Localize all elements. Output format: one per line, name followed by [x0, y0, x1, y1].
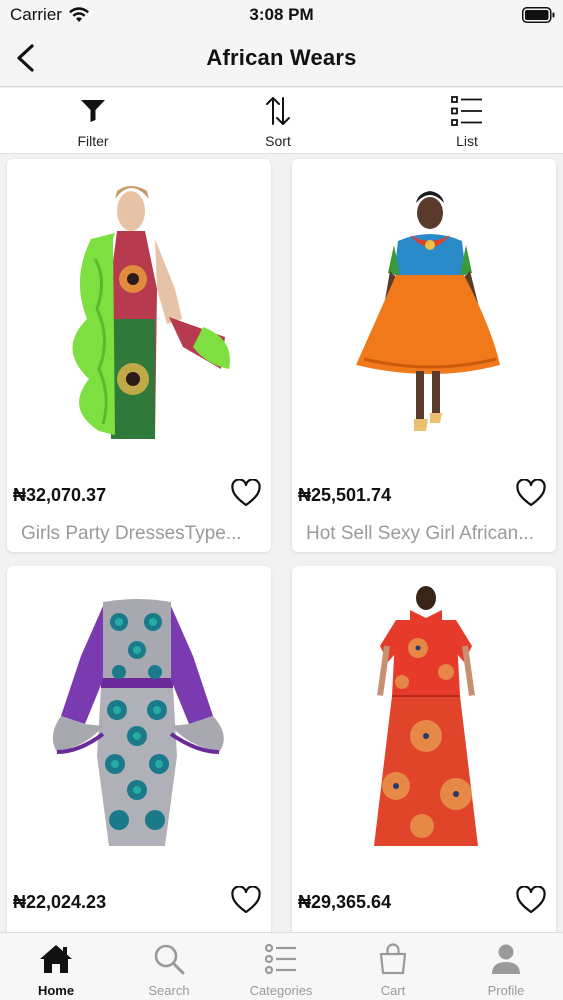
- tab-search[interactable]: Search: [113, 933, 225, 1000]
- product-name: Hot Sell Sexy Girl African...: [306, 523, 535, 544]
- list-icon: [451, 96, 482, 126]
- person-icon: [492, 944, 520, 974]
- tab-label: Search: [148, 983, 190, 998]
- clock: 3:08 PM: [249, 5, 314, 24]
- list-view-button[interactable]: List: [417, 88, 517, 154]
- home-icon: [40, 945, 72, 973]
- tab-home[interactable]: Home: [0, 933, 112, 1000]
- tab-categories[interactable]: Categories: [225, 933, 337, 1000]
- heart-icon[interactable]: [231, 479, 261, 507]
- product-price: ₦22,024.23: [13, 892, 107, 912]
- product-name: Girls Party DressesType...: [21, 523, 242, 544]
- tab-label: Categories: [249, 983, 313, 998]
- tab-label: Home: [37, 983, 75, 998]
- heart-icon[interactable]: [231, 886, 261, 914]
- navigation-bar: African Wears: [0, 30, 563, 87]
- product-image: [72, 186, 230, 439]
- sort-icon: [266, 97, 290, 125]
- product-price: ₦29,365.64: [298, 892, 392, 912]
- product-image: [356, 191, 500, 431]
- filter-label: Filter: [77, 133, 109, 149]
- product-image: [52, 599, 224, 846]
- tab-label: Profile: [487, 983, 525, 998]
- product-price: ₦25,501.74: [298, 485, 392, 505]
- status-bar: Carrier 3:08 PM: [0, 0, 563, 30]
- tab-profile[interactable]: Profile: [450, 933, 562, 1000]
- heart-icon[interactable]: [516, 479, 546, 507]
- product-card[interactable]: ₦32,070.37 Girls Party DressesType...: [7, 159, 271, 552]
- filter-button[interactable]: Filter: [43, 88, 143, 154]
- tab-bar: Home Search Categories Cart Profile: [0, 932, 563, 1000]
- sort-button[interactable]: Sort: [228, 88, 328, 154]
- cart-icon: [379, 943, 407, 975]
- product-card[interactable]: ₦29,365.64: [292, 566, 556, 932]
- filter-icon: [81, 100, 105, 122]
- battery-icon: [522, 7, 555, 23]
- list-icon: [265, 944, 296, 974]
- product-card[interactable]: ₦22,024.23: [7, 566, 271, 932]
- tab-cart[interactable]: Cart: [337, 933, 449, 1000]
- tab-label: Cart: [380, 983, 406, 998]
- toolbar: Filter Sort List: [0, 88, 563, 154]
- search-icon: [154, 944, 185, 975]
- product-price: ₦32,070.37: [13, 485, 107, 505]
- heart-icon[interactable]: [516, 886, 546, 914]
- product-grid: ₦32,070.37 Girls Party DressesType... ₦2…: [0, 154, 563, 932]
- list-label: List: [456, 133, 478, 149]
- sort-label: Sort: [265, 133, 291, 149]
- page-title: African Wears: [206, 45, 357, 70]
- product-image: [374, 586, 478, 846]
- product-card[interactable]: ₦25,501.74 Hot Sell Sexy Girl African...: [292, 159, 556, 552]
